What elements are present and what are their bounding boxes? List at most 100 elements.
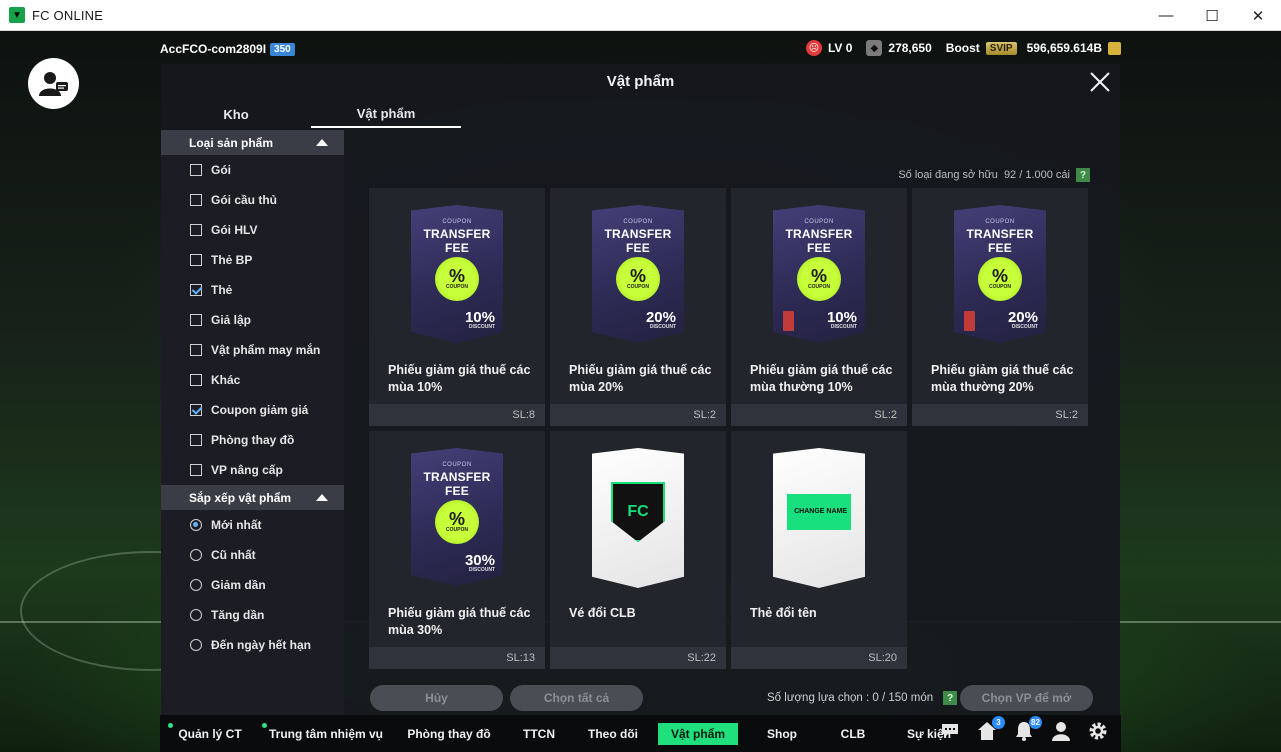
nav-label: CLB bbox=[840, 726, 866, 741]
filter-label: VP nâng cấp bbox=[211, 463, 283, 477]
filter-gia-lap[interactable]: Giả lập bbox=[161, 305, 344, 335]
minimize-button[interactable]: — bbox=[1143, 0, 1189, 31]
collapse-up-icon bbox=[316, 494, 328, 501]
seal-sub: COUPON bbox=[808, 284, 830, 290]
open-items-button[interactable]: Chọn VP để mở bbox=[960, 685, 1093, 711]
checkbox[interactable] bbox=[190, 344, 202, 356]
item-card[interactable]: COUPON TRANSFER FEE% COUPON 20% DISCOUNT Phiế… bbox=[912, 188, 1088, 426]
bell-button[interactable]: 82 bbox=[1014, 715, 1042, 744]
nav-theo-doi[interactable]: Theo dõi bbox=[582, 723, 644, 745]
filter-goi-cau-thu[interactable]: Gói cầu thủ bbox=[161, 185, 344, 215]
item-name: Phiếu giảm giá thuế các mùa thường 20% bbox=[931, 363, 1074, 394]
radio-button[interactable] bbox=[190, 579, 202, 591]
nav-label: TTCN bbox=[523, 726, 555, 741]
filter-the[interactable]: Thẻ bbox=[161, 275, 344, 305]
filter-goi[interactable]: Gói bbox=[161, 155, 344, 185]
nav-shop[interactable]: Shop bbox=[752, 723, 812, 745]
nav-clb[interactable]: CLB bbox=[826, 723, 880, 745]
coupon-card-image: COUPON TRANSFER FEE% COUPON 10% DISCOUNT bbox=[773, 205, 865, 343]
nav-phong-thay-do[interactable]: Phòng thay đồ bbox=[402, 723, 496, 745]
sort-header[interactable]: Sắp xếp vật phẩm bbox=[161, 485, 344, 510]
item-name: Phiếu giảm giá thuế các mùa 10% bbox=[388, 363, 531, 394]
filter-phong-thay-do[interactable]: Phòng thay đồ bbox=[161, 425, 344, 455]
checkbox[interactable] bbox=[190, 314, 202, 326]
profile-button[interactable] bbox=[1051, 721, 1071, 746]
item-card[interactable]: COUPON TRANSFER FEE% COUPON 10% DISCOUNT Phiế… bbox=[731, 188, 907, 426]
nav-label: Quản lý CT bbox=[178, 726, 242, 741]
profile-icon bbox=[1051, 721, 1071, 746]
window-titlebar: ▼ FC ONLINE — ☐ ✕ bbox=[0, 0, 1281, 31]
filter-khac[interactable]: Khác bbox=[161, 365, 344, 395]
radio-button[interactable] bbox=[190, 609, 202, 621]
filter-vp-nang-cap[interactable]: VP nâng cấp bbox=[161, 455, 344, 485]
coupon-card-image: COUPON TRANSFER FEE% COUPON 30% DISCOUNT bbox=[411, 448, 503, 586]
checkbox[interactable] bbox=[190, 374, 202, 386]
sort-cu-nhat[interactable]: Cũ nhất bbox=[161, 540, 344, 570]
select-all-button[interactable]: Chọn tất cả bbox=[510, 685, 643, 711]
item-card[interactable]: CHANGE NAME Thẻ đổi tên SL:20 bbox=[731, 431, 907, 669]
home-button[interactable]: 3 bbox=[977, 715, 1005, 744]
selection-label: Số lượng lựa chọn : 0 / 150 món bbox=[767, 692, 934, 704]
item-card[interactable]: FC Vé đổi CLB SL:22 bbox=[550, 431, 726, 669]
cancel-button[interactable]: Hủy bbox=[370, 685, 503, 711]
item-card[interactable]: COUPON TRANSFER FEE% COUPON 10% DISCOUNT Phiế… bbox=[369, 188, 545, 426]
checkbox[interactable] bbox=[190, 224, 202, 236]
nav-quan-ly-ct[interactable]: Quản lý CT bbox=[168, 722, 250, 745]
quantity-label: SL:8 bbox=[512, 409, 535, 421]
tab-kho[interactable]: Kho bbox=[161, 100, 311, 128]
item-card[interactable]: COUPON TRANSFER FEE% COUPON 30% DISCOUNT Phiế… bbox=[369, 431, 545, 669]
checkbox[interactable] bbox=[190, 194, 202, 206]
owned-value: 92 / 1.000 cái bbox=[1003, 169, 1070, 181]
filter-vat-pham-may-man[interactable]: Vật phẩm may mắn bbox=[161, 335, 344, 365]
item-quantity: SL:22 bbox=[550, 647, 726, 669]
account-info: AccFCO-com2809I 350 bbox=[160, 42, 295, 56]
item-card[interactable]: COUPON TRANSFER FEE% COUPON 20% DISCOUNT Phiế… bbox=[550, 188, 726, 426]
category-header[interactable]: Loại sản phẩm bbox=[161, 130, 344, 155]
item-art: CHANGE NAME bbox=[731, 431, 907, 591]
coupon-title: TRANSFER FEE bbox=[423, 227, 491, 255]
item-quantity: SL:2 bbox=[912, 404, 1088, 426]
radio-button[interactable] bbox=[190, 639, 202, 651]
selection-count: Số lượng lựa chọn : 0 / 150 món ? bbox=[767, 691, 958, 705]
close-window-button[interactable]: ✕ bbox=[1235, 0, 1281, 31]
filter-coupon-giam-gia[interactable]: Coupon giảm giá bbox=[161, 395, 344, 425]
filter-the-bp[interactable]: Thẻ BP bbox=[161, 245, 344, 275]
modal-tabs: Kho Vật phẩm bbox=[161, 100, 461, 128]
nav-label: Trung tâm nhiệm vụ bbox=[268, 726, 383, 741]
sort-giam-dan[interactable]: Giảm dần bbox=[161, 570, 344, 600]
seal-sub: COUPON bbox=[989, 284, 1011, 290]
item-name: Phiếu giảm giá thuế các mùa thường 10% bbox=[750, 363, 893, 394]
radio-button[interactable] bbox=[190, 549, 202, 561]
nav-ttcn[interactable]: TTCN bbox=[510, 723, 568, 745]
checkbox[interactable] bbox=[190, 164, 202, 176]
filter-goi-hlv[interactable]: Gói HLV bbox=[161, 215, 344, 245]
friends-button[interactable] bbox=[28, 58, 79, 109]
sort-tang-dan[interactable]: Tăng dần bbox=[161, 600, 344, 630]
settings-button[interactable] bbox=[1088, 722, 1108, 744]
chat-button[interactable] bbox=[940, 724, 960, 744]
close-modal-button[interactable] bbox=[1085, 67, 1115, 97]
checkbox[interactable] bbox=[190, 464, 202, 476]
checkbox[interactable] bbox=[190, 404, 202, 416]
checkbox[interactable] bbox=[190, 284, 202, 296]
filter-label: Thẻ bbox=[211, 283, 233, 297]
coupon-small-label: COUPON bbox=[623, 219, 653, 225]
nav-vat-pham[interactable]: Vật phẩm bbox=[658, 722, 738, 745]
filter-label: Gói cầu thủ bbox=[211, 193, 277, 207]
maximize-button[interactable]: ☐ bbox=[1189, 0, 1235, 31]
sort-den-ngay-het-han[interactable]: Đến ngày hết hạn bbox=[161, 630, 344, 660]
tab-vat-pham[interactable]: Vật phẩm bbox=[311, 100, 461, 128]
checkbox[interactable] bbox=[190, 434, 202, 446]
radio-button[interactable] bbox=[190, 519, 202, 531]
nav-label: Shop bbox=[767, 726, 797, 741]
sort-title: Sắp xếp vật phẩm bbox=[189, 490, 292, 505]
nav-trung-tam-nhiem-vu[interactable]: Trung tâm nhiệm vụ bbox=[262, 722, 388, 745]
game-area: AccFCO-com2809I 350 ☹ LV 0 ◆ 278,650 Boo… bbox=[0, 31, 1281, 752]
help-icon[interactable]: ? bbox=[1076, 168, 1090, 182]
checkbox[interactable] bbox=[190, 254, 202, 266]
sort-moi-nhat[interactable]: Mới nhất bbox=[161, 510, 344, 540]
restricted-icon bbox=[964, 311, 975, 331]
shield-icon: ◆ bbox=[866, 40, 883, 56]
help-icon[interactable]: ? bbox=[943, 691, 958, 705]
item-art: COUPON TRANSFER FEE% COUPON 10% DISCOUNT bbox=[731, 188, 907, 348]
